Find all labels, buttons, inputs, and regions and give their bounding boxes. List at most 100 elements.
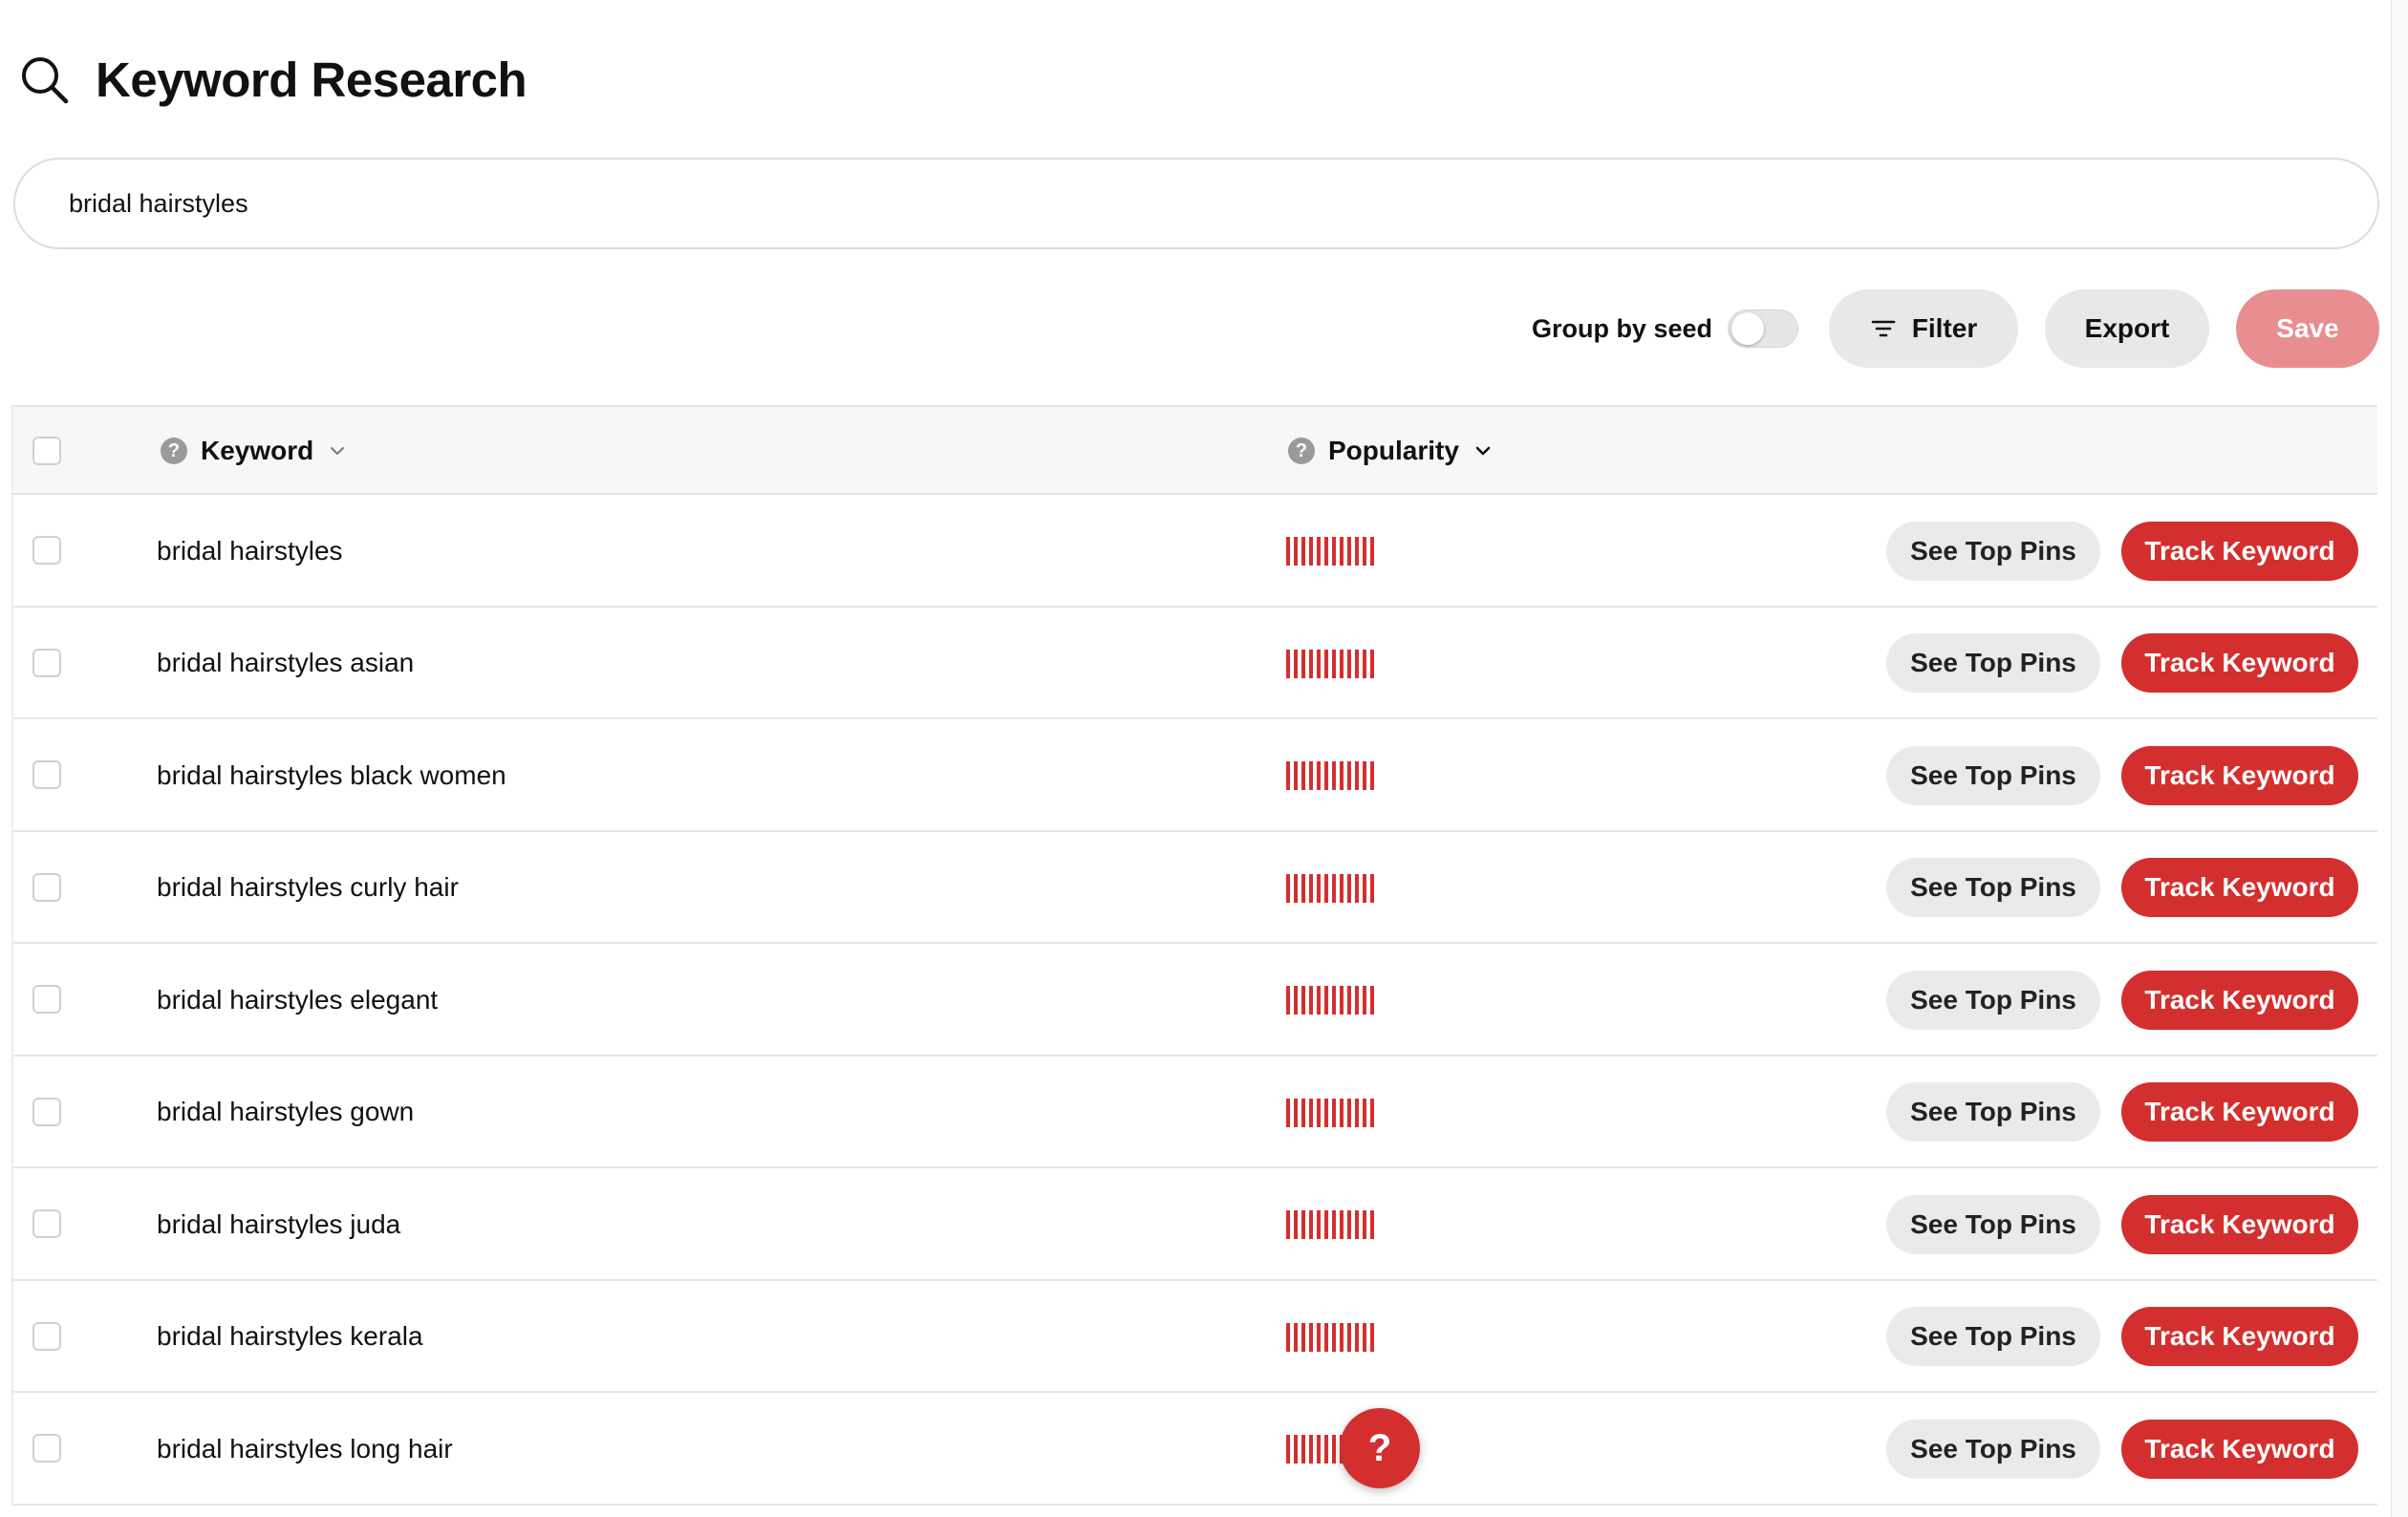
row-checkbox[interactable] xyxy=(32,1209,61,1238)
popularity-bar xyxy=(1363,873,1366,903)
track-keyword-button[interactable]: Track Keyword xyxy=(2121,745,2358,805)
track-keyword-button[interactable]: Track Keyword xyxy=(2121,1307,2358,1366)
popularity-bar xyxy=(1363,761,1366,790)
group-by-seed-toggle[interactable] xyxy=(1728,310,1798,348)
popularity-bar xyxy=(1347,1098,1351,1127)
see-top-pins-button[interactable]: See Top Pins xyxy=(1886,1307,2100,1366)
search-bar[interactable] xyxy=(13,158,2379,249)
popularity-bar xyxy=(1332,1435,1336,1464)
scrollbar[interactable] xyxy=(2391,0,2408,1517)
popularity-bar xyxy=(1332,1322,1336,1352)
see-top-pins-button[interactable]: See Top Pins xyxy=(1886,858,2100,917)
see-top-pins-button[interactable]: See Top Pins xyxy=(1886,1419,2100,1479)
help-button[interactable]: ? xyxy=(1340,1408,1420,1488)
save-button[interactable]: Save xyxy=(2236,289,2379,368)
popularity-bar xyxy=(1370,1098,1374,1127)
popularity-bar xyxy=(1363,986,1366,1015)
see-top-pins-button[interactable]: See Top Pins xyxy=(1886,521,2100,581)
popularity-bar xyxy=(1286,1322,1290,1352)
popularity-bar xyxy=(1317,1098,1321,1127)
popularity-bar xyxy=(1301,1435,1305,1464)
popularity-bar xyxy=(1324,873,1328,903)
see-top-pins-button[interactable]: See Top Pins xyxy=(1886,1194,2100,1254)
chevron-down-icon xyxy=(1475,446,1491,456)
popularity-bar xyxy=(1332,986,1336,1015)
popularity-bar xyxy=(1286,649,1290,678)
see-top-pins-button[interactable]: See Top Pins xyxy=(1886,1082,2100,1142)
row-checkbox[interactable] xyxy=(32,872,61,902)
help-icon[interactable]: ? xyxy=(161,438,187,464)
popularity-bar xyxy=(1324,1098,1328,1127)
popularity-meter xyxy=(1286,1098,1374,1127)
see-top-pins-button[interactable]: See Top Pins xyxy=(1886,970,2100,1030)
popularity-bar xyxy=(1332,873,1336,903)
popularity-bar xyxy=(1370,537,1374,566)
row-actions: See Top Pins Track Keyword xyxy=(1886,1168,2358,1280)
chevron-down-icon xyxy=(331,447,345,455)
popularity-bar xyxy=(1309,649,1313,678)
popularity-bar xyxy=(1340,1322,1344,1352)
track-keyword-button[interactable]: Track Keyword xyxy=(2121,521,2358,581)
help-icon[interactable]: ? xyxy=(1288,438,1315,464)
search-input[interactable] xyxy=(67,187,2377,220)
popularity-bar xyxy=(1286,1210,1290,1239)
popularity-bar xyxy=(1286,537,1290,566)
column-header-popularity[interactable]: ? Popularity xyxy=(1288,407,1494,495)
popularity-bar xyxy=(1294,873,1298,903)
popularity-bar xyxy=(1332,761,1336,790)
row-actions: See Top Pins Track Keyword xyxy=(1886,944,2358,1056)
popularity-bar xyxy=(1286,1435,1290,1464)
track-keyword-button[interactable]: Track Keyword xyxy=(2121,970,2358,1030)
group-by-seed-label: Group by seed xyxy=(1531,313,1712,343)
popularity-bar xyxy=(1324,1435,1328,1464)
table-header: ? Keyword ? Popularity xyxy=(13,407,2377,495)
track-keyword-button[interactable]: Track Keyword xyxy=(2121,633,2358,693)
select-all-checkbox[interactable] xyxy=(32,437,61,465)
popularity-bar xyxy=(1370,1210,1374,1239)
popularity-bar xyxy=(1317,986,1321,1015)
row-checkbox[interactable] xyxy=(32,1321,61,1351)
popularity-meter xyxy=(1286,1210,1374,1239)
popularity-meter xyxy=(1286,537,1374,566)
popularity-bar xyxy=(1309,1098,1313,1127)
popularity-bar xyxy=(1301,873,1305,903)
row-checkbox[interactable] xyxy=(32,1097,61,1126)
keyword-cell: bridal hairstyles gown xyxy=(157,1097,415,1126)
keyword-cell: bridal hairstyles long hair xyxy=(157,1433,453,1464)
row-checkbox[interactable] xyxy=(32,536,61,565)
row-actions: See Top Pins Track Keyword xyxy=(1886,495,2358,607)
see-top-pins-button[interactable]: See Top Pins xyxy=(1886,633,2100,693)
popularity-bar xyxy=(1309,1210,1313,1239)
popularity-meter xyxy=(1286,1322,1374,1352)
keyword-cell: bridal hairstyles asian xyxy=(157,648,415,677)
track-keyword-button[interactable]: Track Keyword xyxy=(2121,1419,2358,1479)
keyword-cell: bridal hairstyles curly hair xyxy=(157,872,459,902)
row-checkbox[interactable] xyxy=(32,1434,61,1463)
row-checkbox[interactable] xyxy=(32,760,61,789)
column-header-keyword[interactable]: ? Keyword xyxy=(161,407,348,495)
popularity-bar xyxy=(1324,649,1328,678)
track-keyword-button[interactable]: Track Keyword xyxy=(2121,1082,2358,1142)
popularity-bar xyxy=(1317,873,1321,903)
popularity-bar xyxy=(1294,1435,1298,1464)
track-keyword-button[interactable]: Track Keyword xyxy=(2121,1194,2358,1254)
popularity-bar xyxy=(1317,761,1321,790)
popularity-bar xyxy=(1332,1098,1336,1127)
popularity-bar xyxy=(1370,986,1374,1015)
row-actions: See Top Pins Track Keyword xyxy=(1886,1281,2358,1393)
export-button[interactable]: Export xyxy=(2045,289,2209,368)
popularity-bar xyxy=(1294,1210,1298,1239)
popularity-bar xyxy=(1317,537,1321,566)
popularity-bar xyxy=(1324,1322,1328,1352)
track-keyword-button[interactable]: Track Keyword xyxy=(2121,858,2358,917)
keyword-table: ? Keyword ? Popularity bridal hairstyles… xyxy=(11,405,2377,1506)
see-top-pins-button[interactable]: See Top Pins xyxy=(1886,745,2100,805)
row-checkbox[interactable] xyxy=(32,985,61,1014)
filter-button[interactable]: Filter xyxy=(1829,289,2018,368)
popularity-bar xyxy=(1301,649,1305,678)
filter-icon xyxy=(1871,320,1896,337)
popularity-bar xyxy=(1355,986,1359,1015)
column-popularity-label: Popularity xyxy=(1328,436,1459,465)
popularity-bar xyxy=(1363,537,1366,566)
row-checkbox[interactable] xyxy=(32,648,61,677)
